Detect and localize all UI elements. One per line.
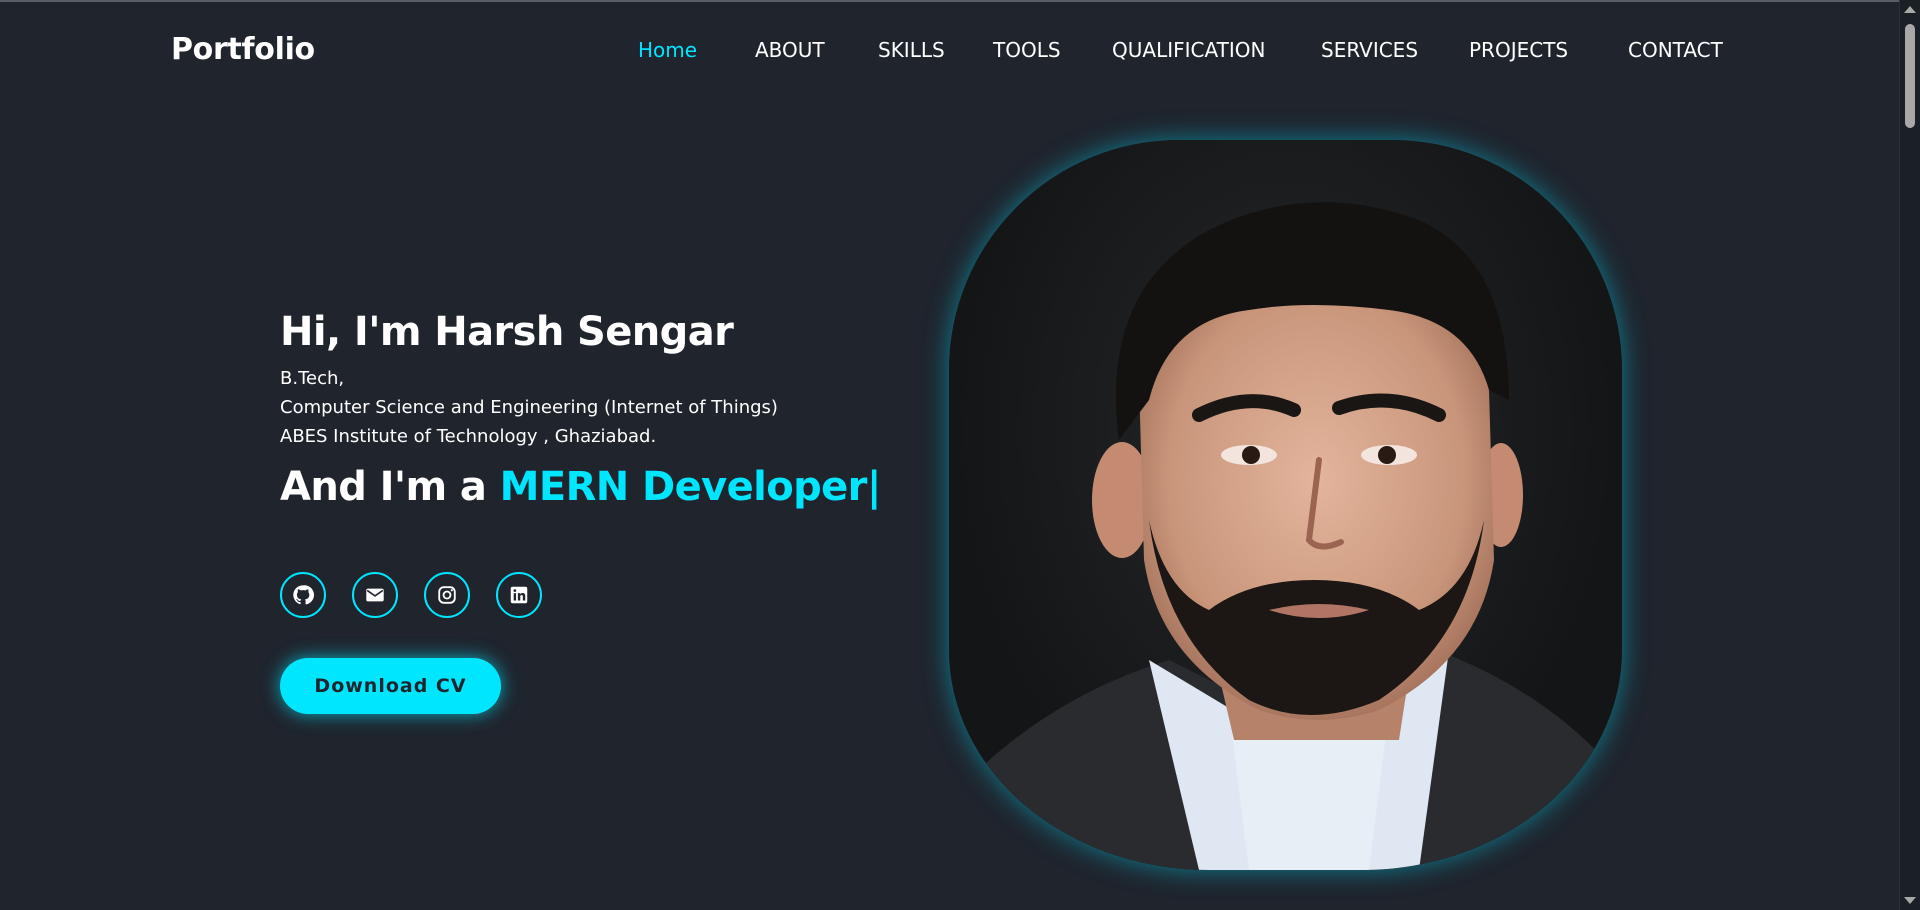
nav-about[interactable]: ABOUT [755, 38, 825, 62]
main-nav: Home ABOUT SKILLS TOOLS QUALIFICATION SE… [0, 38, 1900, 68]
hero-text: Hi, I'm Harsh Sengar B.Tech, Computer Sc… [280, 300, 900, 517]
instagram-icon [438, 586, 456, 604]
nav-projects[interactable]: PROJECTS [1469, 38, 1568, 62]
instagram-link[interactable] [424, 572, 470, 618]
role-highlight: MERN Developer [499, 464, 868, 510]
nav-skills[interactable]: SKILLS [878, 38, 945, 62]
nav-qualification[interactable]: QUALIFICATION [1112, 38, 1265, 62]
education-branch: Computer Science and Engineering (Intern… [280, 397, 778, 418]
scroll-thumb[interactable] [1905, 24, 1915, 128]
role-prefix: And I'm a [280, 464, 500, 510]
github-link[interactable] [280, 572, 326, 618]
education-institute: ABES Institute of Technology , Ghaziabad… [280, 426, 657, 447]
nav-contact[interactable]: CONTACT [1628, 38, 1723, 62]
hero-greeting: Hi, I'm Harsh Sengar [280, 309, 734, 355]
scroll-down-arrow[interactable] [1904, 897, 1916, 904]
linkedin-icon [510, 586, 528, 604]
nav-tools[interactable]: TOOLS [993, 38, 1061, 62]
portrait-illustration [949, 202, 1622, 870]
typing-caret: | [866, 464, 882, 510]
nav-home[interactable]: Home [638, 38, 697, 62]
download-cv-button[interactable]: Download CV [280, 658, 501, 714]
linkedin-link[interactable] [496, 572, 542, 618]
education-degree: B.Tech, [280, 368, 345, 389]
scroll-up-arrow[interactable] [1904, 6, 1916, 13]
site-header: Portfolio Home ABOUT SKILLS TOOLS QUALIF… [0, 2, 1900, 98]
hero-role: And I'm a MERN Developer| [280, 457, 900, 517]
email-link[interactable] [352, 572, 398, 618]
mail-icon [366, 588, 384, 602]
page-scrollbar[interactable] [1899, 0, 1920, 910]
github-icon [293, 585, 314, 605]
profile-photo [949, 140, 1622, 870]
nav-services[interactable]: SERVICES [1321, 38, 1418, 62]
